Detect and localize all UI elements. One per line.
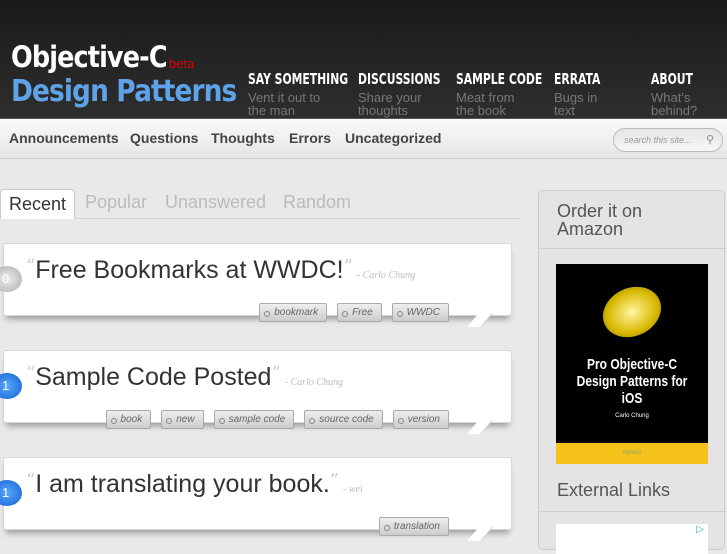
nav-title: ABOUT [651, 70, 693, 88]
post-card[interactable]: 1 “Sample Code Posted” - Carlo Chung book… [0, 350, 512, 434]
open-quote-icon: “ [26, 470, 36, 491]
category-questions[interactable]: Questions [130, 130, 198, 146]
nav-about[interactable]: ABOUT What's behind? [651, 70, 711, 117]
close-quote-icon: ” [329, 470, 339, 491]
open-quote-icon: “ [26, 363, 36, 384]
tag[interactable]: version [392, 410, 449, 429]
nav-subtitle: Bugs in text [554, 90, 598, 118]
close-quote-icon: ” [271, 363, 281, 384]
order-heading: Order it on Amazon [557, 201, 643, 239]
tag[interactable]: bookmark [259, 303, 328, 322]
tab-divider [0, 218, 520, 219]
sidebar: Order it on Amazon Pro Objective-C Desig… [538, 190, 726, 554]
divider [539, 511, 726, 512]
ad-banner[interactable]: ▷ [556, 524, 708, 554]
post-title[interactable]: Free Bookmarks at WWDC! [35, 256, 343, 284]
comment-count-bubble[interactable]: 1 [0, 480, 22, 506]
site-header: Objective-C beta Design Patterns SAY SOM… [0, 0, 727, 119]
search-placeholder: search this site... [624, 135, 692, 145]
search-input[interactable]: search this site... ⚲ [613, 128, 723, 152]
divider [539, 248, 726, 249]
beta-label: beta [169, 56, 195, 71]
post-author: - wei [343, 484, 363, 495]
card-tail [467, 313, 493, 327]
nav-subtitle: What's behind? [651, 90, 698, 118]
nav-subtitle: Vent it out to the man [248, 90, 321, 118]
post-title[interactable]: Sample Code Posted [35, 363, 271, 391]
logo-line2[interactable]: Design Patterns [11, 74, 237, 109]
post-author: - Carlo Chung [284, 377, 344, 388]
post-card[interactable]: 0 “Free Bookmarks at WWDC!” - Carlo Chung… [0, 243, 512, 327]
tag[interactable]: source code [304, 410, 383, 429]
tab-random[interactable]: Random [283, 192, 351, 213]
book-title: Pro Objective-C Design Patterns for iOS [576, 356, 688, 407]
category-announcements[interactable]: Announcements [9, 130, 119, 146]
tab-unanswered[interactable]: Unanswered [165, 192, 266, 213]
category-errors[interactable]: Errors [289, 130, 331, 146]
nav-errata[interactable]: ERRATA Bugs in text [554, 70, 618, 117]
card-tail [467, 527, 493, 541]
category-thoughts[interactable]: Thoughts [211, 130, 275, 146]
book-author: Carlo Chung [615, 413, 649, 419]
nav-title: DISCUSSIONS [358, 70, 441, 88]
nav-subtitle: Meat from the book [456, 90, 515, 118]
post-author: - Carlo Chung [356, 270, 416, 281]
comment-count-bubble[interactable]: 1 [0, 373, 22, 399]
tab-popular[interactable]: Popular [85, 192, 147, 213]
search-icon[interactable]: ⚲ [706, 133, 714, 146]
nav-subtitle: Share your thoughts [358, 90, 422, 118]
logo-line1[interactable]: Objective-C [11, 40, 168, 74]
durian-image [594, 277, 670, 347]
nav-title: SAMPLE CODE [456, 70, 543, 88]
book-cover-link[interactable]: Pro Objective-C Design Patterns for iOS … [556, 264, 708, 464]
post-card[interactable]: 1 “I am translating your book.” - wei tra… [0, 457, 512, 541]
comment-count-bubble[interactable]: 0 [0, 266, 22, 292]
post-title[interactable]: I am translating your book. [35, 470, 330, 498]
close-quote-icon: ” [343, 256, 353, 277]
open-quote-icon: “ [26, 256, 36, 277]
book-publisher: Apress [556, 443, 708, 464]
nav-title: ERRATA [554, 70, 601, 88]
tab-recent[interactable]: Recent [0, 189, 76, 219]
tag[interactable]: new [161, 410, 204, 429]
card-tail [467, 420, 493, 434]
tag[interactable]: translation [378, 517, 449, 536]
tag[interactable]: book [105, 410, 152, 429]
adchoices-icon[interactable]: ▷ [696, 524, 704, 535]
tag[interactable]: WWDC [391, 303, 449, 322]
tag[interactable]: Free [337, 303, 382, 322]
category-uncategorized[interactable]: Uncategorized [345, 130, 441, 146]
tag[interactable]: sample code [213, 410, 295, 429]
external-links-heading: External Links [557, 480, 671, 500]
nav-title: SAY SOMETHING [248, 70, 349, 88]
